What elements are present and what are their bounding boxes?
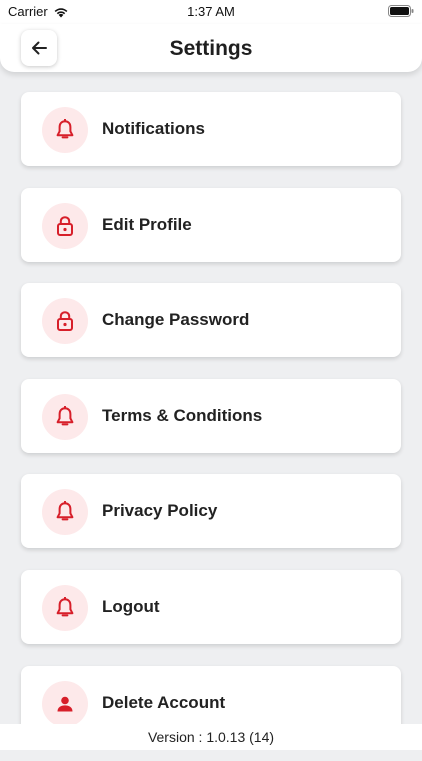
version-footer: Version : 1.0.13 (14)	[0, 724, 422, 750]
bell-icon	[56, 501, 74, 521]
settings-item-label: Terms & Conditions	[102, 405, 263, 425]
settings-item-edit-profile[interactable]: Edit Profile	[21, 187, 401, 262]
settings-item-terms[interactable]: Terms & Conditions	[21, 378, 401, 453]
icon-badge	[42, 202, 88, 249]
bell-icon	[56, 596, 74, 617]
bell-icon	[56, 119, 74, 139]
icon-badge	[42, 107, 88, 153]
status-time: 1:37 AM	[187, 4, 235, 19]
header: Settings	[0, 24, 422, 72]
icon-badge	[42, 393, 88, 440]
icon-badge	[42, 298, 88, 345]
settings-item-label: Change Password	[102, 310, 250, 330]
status-bar: Carrier 1:37 AM	[0, 0, 422, 24]
settings-item-logout[interactable]: Logout	[21, 569, 401, 644]
settings-item-notifications[interactable]: Notifications	[21, 92, 401, 166]
settings-item-label: Delete Account	[102, 692, 226, 712]
version-label: Version : 1.0.13 (14)	[147, 729, 275, 745]
settings-item-label: Logout	[102, 596, 160, 616]
settings-item-change-password[interactable]: Change Password	[21, 283, 401, 358]
battery-icon	[388, 5, 414, 17]
icon-badge	[42, 489, 88, 536]
settings-item-label: Privacy Policy	[102, 501, 218, 521]
settings-item-label: Edit Profile	[102, 214, 192, 234]
page-title: Settings	[169, 37, 253, 60]
icon-badge	[42, 680, 88, 727]
lock-icon	[57, 311, 73, 332]
icon-badge	[42, 584, 88, 631]
bell-icon	[56, 405, 74, 426]
lock-icon	[57, 215, 73, 236]
settings-list: Notifications Edit Profile Change Passwo…	[21, 92, 401, 761]
settings-item-privacy-policy[interactable]: Privacy Policy	[21, 474, 401, 549]
settings-item-label: Notifications	[102, 119, 205, 138]
person-icon	[57, 696, 73, 712]
